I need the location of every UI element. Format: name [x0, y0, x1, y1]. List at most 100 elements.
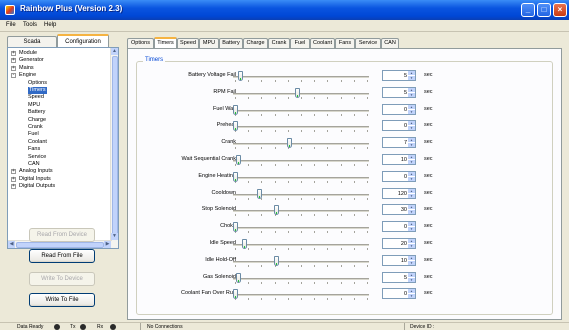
timer-value-input[interactable]: 0 ▲ ▼ — [382, 221, 416, 233]
tree-expand-icon[interactable]: + — [11, 169, 16, 175]
tree-horizontal-thumb[interactable] — [16, 242, 104, 248]
spin-up-icon[interactable]: ▲ — [408, 255, 415, 260]
tab-scada[interactable]: Scada — [7, 36, 57, 47]
spin-down-icon[interactable]: ▼ — [408, 244, 415, 248]
timer-slider-track[interactable] — [233, 126, 369, 129]
spin-down-icon[interactable]: ▼ — [408, 277, 415, 282]
timer-value-input[interactable]: 20 ▲ ▼ — [382, 238, 416, 249]
tab-configuration[interactable]: Configuration — [57, 34, 109, 47]
spin-down-icon[interactable]: ▼ — [408, 260, 415, 265]
tree-expand-icon[interactable]: + — [11, 65, 16, 71]
spin-down-icon[interactable]: ▼ — [408, 143, 415, 148]
tab-battery[interactable]: Battery — [219, 38, 243, 48]
timer-value-input[interactable]: 10 ▲ ▼ — [382, 154, 416, 165]
menu-file[interactable]: File — [6, 22, 16, 28]
spin-up-icon[interactable]: ▲ — [408, 272, 415, 277]
spin-down-icon[interactable]: ▼ — [408, 176, 415, 181]
menu-tools[interactable]: Tools — [23, 22, 37, 28]
timer-slider-track[interactable] — [233, 176, 369, 179]
tab-mpu[interactable]: MPU — [199, 38, 219, 48]
tree-collapse-icon[interactable]: - — [11, 73, 16, 79]
timer-value-input[interactable]: 5 ▲ ▼ — [382, 271, 416, 283]
timer-slider-thumb[interactable] — [233, 171, 238, 182]
timer-value-input[interactable]: 0 ▲ ▼ — [382, 288, 416, 300]
timer-slider-thumb[interactable] — [233, 121, 238, 132]
tab-speed[interactable]: Speed — [177, 38, 199, 48]
spin-up-icon[interactable]: ▲ — [408, 121, 415, 126]
timer-slider-track[interactable] — [233, 143, 369, 146]
tab-can[interactable]: CAN — [381, 38, 399, 48]
write-to-file-button[interactable]: Write To File — [29, 293, 95, 307]
scroll-down-icon[interactable]: ▼ — [111, 233, 118, 240]
timer-value-input[interactable]: 7 ▲ ▼ — [382, 137, 416, 149]
spin-up-icon[interactable]: ▲ — [408, 205, 415, 210]
timer-value-input[interactable]: 0 ▲ ▼ — [382, 103, 416, 115]
tab-charge[interactable]: Charge — [243, 38, 268, 48]
timer-slider-track[interactable] — [233, 160, 369, 162]
timer-value-input[interactable]: 5 ▲ ▼ — [382, 86, 416, 98]
timer-slider-thumb[interactable] — [235, 155, 241, 165]
config-tree[interactable]: + Module + Generator + Mains - Engine Options Tim… — [7, 47, 119, 249]
write-to-device-button[interactable]: Write To Device — [29, 272, 95, 286]
timer-slider-track[interactable] — [233, 210, 369, 213]
spin-up-icon[interactable]: ▲ — [408, 155, 415, 159]
timer-slider-thumb[interactable] — [233, 222, 238, 233]
timer-slider-thumb[interactable] — [235, 272, 241, 283]
spin-down-icon[interactable]: ▼ — [408, 210, 415, 215]
spin-up-icon[interactable]: ▲ — [408, 138, 415, 143]
timer-slider-thumb[interactable] — [242, 239, 248, 249]
tab-service[interactable]: Service — [355, 38, 381, 48]
spin-up-icon[interactable]: ▲ — [408, 171, 415, 176]
timer-slider-track[interactable] — [233, 244, 369, 246]
tab-fuel[interactable]: Fuel — [290, 38, 310, 48]
spin-down-icon[interactable]: ▼ — [408, 76, 415, 80]
timer-slider-track[interactable] — [233, 109, 369, 112]
tree-vertical-scrollbar[interactable]: ▲ ▼ — [110, 48, 118, 248]
timer-slider-track[interactable] — [233, 92, 369, 95]
timer-slider-thumb[interactable] — [286, 138, 292, 149]
spin-up-icon[interactable]: ▲ — [408, 222, 415, 227]
timer-value-input[interactable]: 0 ▲ ▼ — [382, 170, 416, 182]
timer-slider-track[interactable] — [233, 227, 369, 230]
timer-slider-thumb[interactable] — [273, 255, 279, 266]
minimize-button[interactable]: _ — [521, 3, 535, 17]
timer-slider-track[interactable] — [233, 277, 369, 280]
read-from-device-button[interactable]: Read From Device — [29, 228, 95, 242]
timer-value-input[interactable]: 5 ▲ ▼ — [382, 70, 416, 81]
timer-value-input[interactable]: 30 ▲ ▼ — [382, 204, 416, 216]
tab-timers[interactable]: Timers — [154, 37, 177, 48]
timer-slider-thumb[interactable] — [238, 71, 244, 81]
tree-vertical-thumb[interactable] — [112, 56, 118, 236]
tree-expand-icon[interactable]: + — [11, 176, 16, 182]
tab-fans[interactable]: Fans — [335, 38, 355, 48]
spin-down-icon[interactable]: ▼ — [408, 227, 415, 232]
timer-slider-track[interactable] — [233, 193, 369, 196]
scroll-right-icon[interactable]: ▶ — [104, 241, 111, 248]
spin-down-icon[interactable]: ▼ — [408, 160, 415, 164]
tree-expand-icon[interactable]: + — [11, 58, 16, 64]
spin-down-icon[interactable]: ▼ — [408, 92, 415, 97]
tab-options[interactable]: Options — [127, 38, 154, 48]
tab-crank[interactable]: Crank — [268, 38, 290, 48]
timer-value-input[interactable]: 10 ▲ ▼ — [382, 254, 416, 266]
close-button[interactable]: × — [553, 3, 567, 17]
timer-value-input[interactable]: 120 ▲ ▼ — [382, 187, 416, 199]
timer-slider-thumb[interactable] — [233, 104, 238, 115]
tree-expand-icon[interactable]: + — [11, 184, 16, 190]
spin-up-icon[interactable]: ▲ — [408, 289, 415, 294]
read-from-file-button[interactable]: Read From File — [29, 249, 95, 263]
timer-slider-track[interactable] — [233, 76, 369, 78]
timer-slider-thumb[interactable] — [256, 188, 262, 199]
spin-up-icon[interactable]: ▲ — [408, 71, 415, 75]
spin-down-icon[interactable]: ▼ — [408, 294, 415, 299]
scroll-left-icon[interactable]: ◀ — [8, 241, 15, 248]
spin-up-icon[interactable]: ▲ — [408, 239, 415, 243]
timer-slider-thumb[interactable] — [294, 87, 300, 98]
spin-up-icon[interactable]: ▲ — [408, 104, 415, 109]
spin-down-icon[interactable]: ▼ — [408, 193, 415, 198]
tab-coolant[interactable]: Coolant — [310, 38, 335, 48]
timer-value-input[interactable]: 0 ▲ ▼ — [382, 120, 416, 132]
spin-up-icon[interactable]: ▲ — [408, 87, 415, 92]
spin-up-icon[interactable]: ▲ — [408, 188, 415, 193]
tree-expand-icon[interactable]: + — [11, 51, 16, 56]
